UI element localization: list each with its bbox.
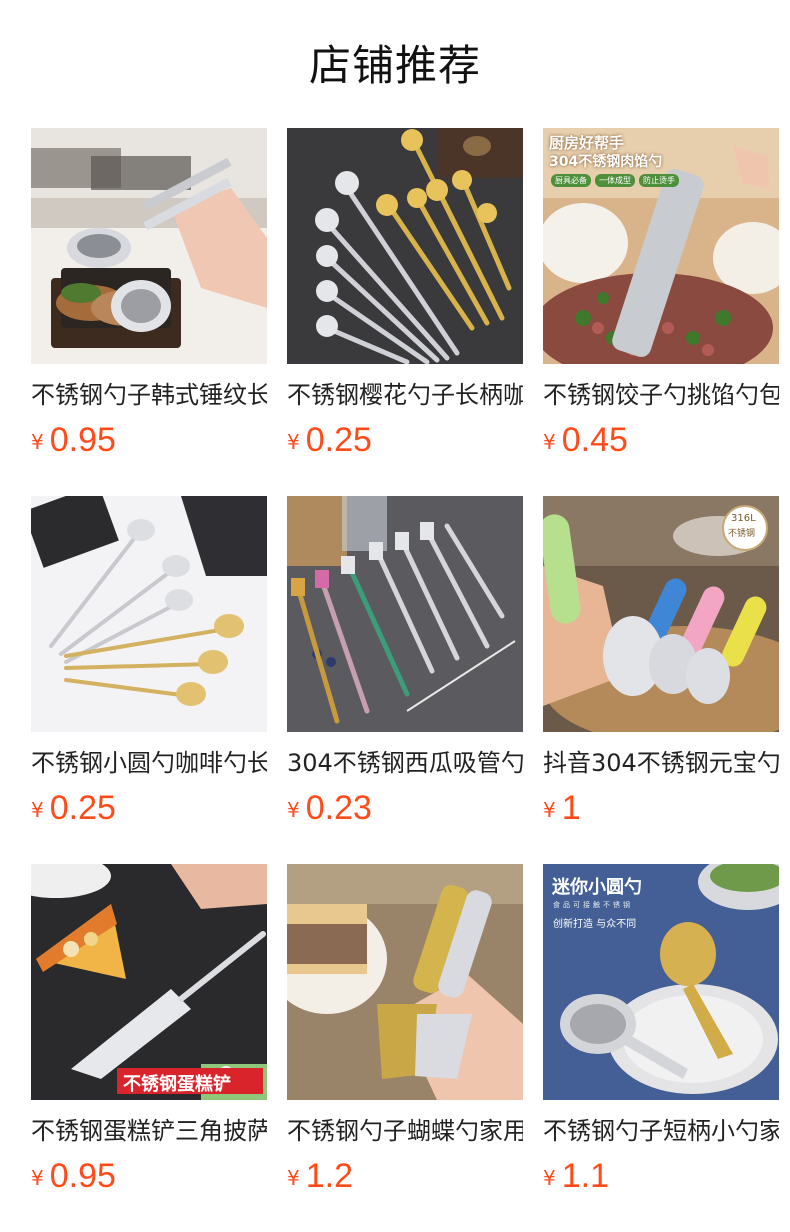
product-card[interactable]: 迷你小圆勺 食品可接触不锈钢 创新打造 与众不同 不锈钢勺子短柄小勺家用 ¥1.… [543,864,779,1199]
product-name[interactable]: 304不锈钢西瓜吸管勺子 [287,748,523,778]
product-card[interactable]: 不锈钢勺子韩式锤纹长柄勺 ¥0.95 [31,128,267,463]
product-name[interactable]: 不锈钢饺子勺挑馅勺包饺子 [543,380,779,410]
currency-symbol: ¥ [543,798,556,822]
price-amount: 0.23 [305,789,372,827]
product-name[interactable]: 不锈钢勺子短柄小勺家用 [543,1116,779,1146]
product-price: ¥0.45 [543,420,779,460]
product-card[interactable]: 厨房好帮手 304不锈钢肉馅勺 厨具必备 一体成型 防止烫手 不锈钢饺子勺挑馅勺… [543,128,779,463]
product-name[interactable]: 不锈钢樱花勺子长柄咖啡勺 [287,380,523,410]
product-price: ¥0.25 [31,788,267,828]
page-title: 店铺推荐 [308,41,481,90]
banner-tag: 厨具必备 [551,174,591,187]
product-image[interactable] [287,496,523,732]
product-image[interactable] [31,128,267,364]
product-grid: 不锈钢勺子韩式锤纹长柄勺 ¥0.95 [31,128,779,1199]
product-image[interactable]: 不锈钢蛋糕铲 [31,864,267,1100]
product-name[interactable]: 抖音304不锈钢元宝勺子 [543,748,779,778]
product-card[interactable]: 不锈钢樱花勺子长柄咖啡勺 ¥0.25 [287,128,523,463]
product-card[interactable]: 316L 不锈钢 抖音304不锈钢元宝勺子 ¥1 [543,496,779,831]
product-price: ¥1.2 [287,1156,523,1196]
product-price: ¥0.95 [31,420,267,460]
currency-symbol: ¥ [287,798,300,822]
currency-symbol: ¥ [31,798,44,822]
price-amount: 0.45 [561,421,628,459]
product-price: ¥0.25 [287,420,523,460]
banner-subtitle: 食品可接触不锈钢 [553,901,633,909]
product-card[interactable]: 不锈钢勺子蝴蝶勺家用 ¥1.2 [287,864,523,1199]
price-amount: 1.1 [561,1157,609,1195]
banner-tag: 一体成型 [595,174,635,187]
price-amount: 0.25 [49,789,116,827]
banner-title: 厨房好帮手 [549,134,625,152]
currency-symbol: ¥ [287,1166,300,1190]
product-card[interactable]: 304不锈钢西瓜吸管勺子 ¥0.23 [287,496,523,831]
price-amount: 1 [561,789,581,827]
product-price: ¥0.23 [287,788,523,828]
product-image[interactable] [31,496,267,732]
product-price: ¥0.95 [31,1156,267,1196]
product-name[interactable]: 不锈钢蛋糕铲三角披萨铲 [31,1116,267,1146]
price-amount: 1.2 [305,1157,353,1195]
price-amount: 0.95 [49,421,116,459]
product-image[interactable]: 316L 不锈钢 [543,496,779,732]
product-price: ¥1 [543,788,779,828]
product-name[interactable]: 不锈钢勺子韩式锤纹长柄勺 [31,380,267,410]
currency-symbol: ¥ [31,430,44,454]
product-name[interactable]: 不锈钢勺子蝴蝶勺家用 [287,1116,523,1146]
product-image[interactable]: 厨房好帮手 304不锈钢肉馅勺 厨具必备 一体成型 防止烫手 [543,128,779,364]
currency-symbol: ¥ [287,430,300,454]
product-card[interactable]: 不锈钢小圆勺咖啡勺长柄 ¥0.25 [31,496,267,831]
product-image[interactable] [287,864,523,1100]
product-name[interactable]: 不锈钢小圆勺咖啡勺长柄 [31,748,267,778]
price-amount: 0.95 [49,1157,116,1195]
product-image[interactable] [287,128,523,364]
product-price: ¥1.1 [543,1156,779,1196]
price-amount: 0.25 [305,421,372,459]
material-badge-line1: 316L [731,513,756,524]
product-card[interactable]: 不锈钢蛋糕铲 不锈钢蛋糕铲三角披萨铲 ¥0.95 [31,864,267,1199]
material-badge-line2: 不锈钢 [728,529,756,539]
image-caption: 不锈钢蛋糕铲 [123,1074,231,1095]
banner-title: 迷你小圆勺 [552,877,642,898]
currency-symbol: ¥ [543,1166,556,1190]
currency-symbol: ¥ [543,430,556,454]
banner-tag: 防止烫手 [639,174,679,187]
banner-subtitle: 304不锈钢肉馅勺 [549,154,663,170]
currency-symbol: ¥ [31,1166,44,1190]
product-image[interactable]: 迷你小圆勺 食品可接触不锈钢 创新打造 与众不同 [543,864,779,1100]
banner-line3: 创新打造 与众不同 [553,919,637,930]
